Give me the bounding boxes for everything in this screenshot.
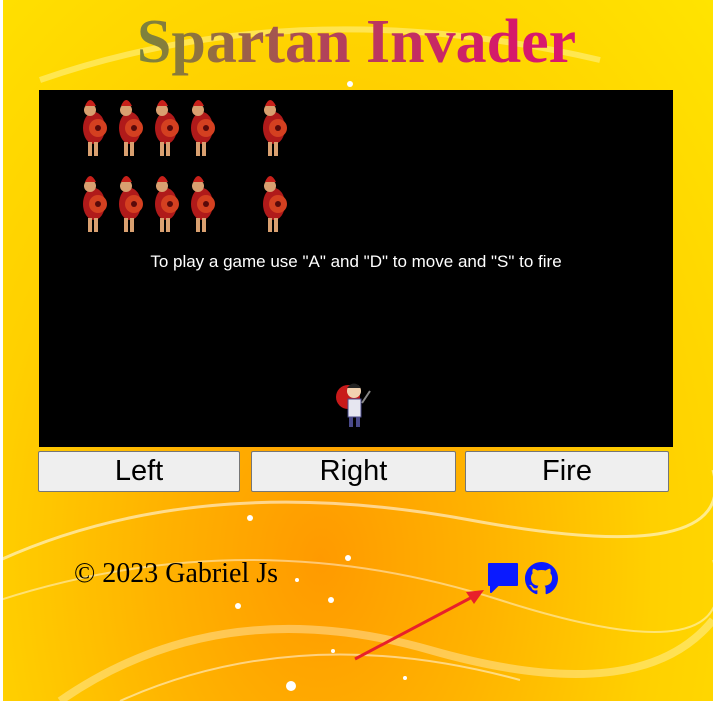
spartan-enemy <box>263 100 287 156</box>
left-button[interactable]: Left <box>38 451 240 492</box>
spartan-enemy <box>83 176 107 232</box>
copyright-text: © 2023 Gabriel Js <box>74 558 279 589</box>
game-canvas[interactable]: To play a game use "A" and "D" to move a… <box>39 90 673 447</box>
spartan-enemy <box>119 176 143 232</box>
game-instructions: To play a game use "A" and "D" to move a… <box>150 252 562 271</box>
github-icon[interactable] <box>525 562 558 595</box>
player-character <box>336 383 371 427</box>
spartan-enemy <box>191 100 215 156</box>
spartan-enemy <box>155 100 179 156</box>
right-button[interactable]: Right <box>251 451 456 492</box>
chat-icon[interactable] <box>486 561 520 595</box>
spartan-enemy <box>263 176 287 232</box>
page-title: Spartan Invader <box>0 6 713 78</box>
control-buttons: Left Right Fire <box>38 451 670 494</box>
spartan-enemy <box>119 100 143 156</box>
spartan-enemy <box>83 100 107 156</box>
page-edge <box>0 0 3 701</box>
spartan-enemy <box>155 176 179 232</box>
fire-button[interactable]: Fire <box>465 451 669 492</box>
spartan-enemy <box>191 176 215 232</box>
